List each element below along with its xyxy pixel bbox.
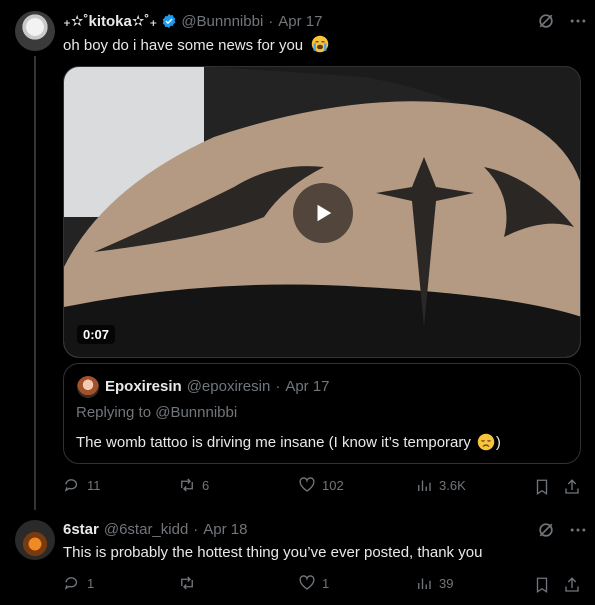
replying-to: Replying to @Bunnnibbi: [76, 404, 237, 421]
disappointed-face-icon: [477, 433, 495, 451]
like-count: 1: [322, 575, 330, 591]
views-button[interactable]: 3.6K: [415, 476, 466, 494]
thread-line: [34, 56, 36, 510]
tweet-top-actions: [536, 520, 588, 540]
like-count: 102: [322, 477, 344, 493]
reply-count: 1: [87, 575, 95, 591]
like-icon: [299, 477, 315, 492]
quoted-tweet-text: The womb tattoo is driving me insane (I …: [76, 433, 501, 451]
handle[interactable]: @6star_kidd: [104, 521, 188, 538]
play-icon: [317, 204, 332, 222]
reply-icon: [64, 479, 78, 492]
tweet-top-actions: [536, 11, 588, 31]
verified-badge-icon: [163, 14, 176, 28]
bookmark-icon[interactable]: [533, 478, 551, 496]
quoted-text-main: The womb tattoo is driving me insane (I …: [76, 433, 471, 451]
repost-button[interactable]: [178, 574, 202, 592]
timestamp: Apr 17: [285, 378, 330, 395]
avatar[interactable]: [15, 11, 55, 51]
views-count: 39: [439, 575, 454, 591]
more-icon[interactable]: [568, 520, 588, 540]
grok-icon[interactable]: [536, 11, 556, 31]
views-button[interactable]: 39: [415, 574, 453, 592]
reply-count: 11: [87, 477, 101, 493]
handle[interactable]: @Bunnnibbi: [181, 13, 263, 30]
timestamp[interactable]: Apr 17: [278, 13, 322, 30]
quoted-tweet[interactable]: Epoxiresin @epoxiresin · Apr 17 Replying…: [63, 363, 581, 464]
separator: ·: [193, 521, 199, 538]
repost-icon: [181, 576, 193, 590]
reply-icon: [64, 577, 78, 590]
video-player[interactable]: 0:07: [63, 66, 581, 358]
tweet-actions: 1 1 39: [63, 574, 583, 596]
avatar: [77, 376, 99, 398]
video-duration: 0:07: [77, 325, 116, 344]
grok-icon[interactable]: [536, 520, 556, 540]
loudly-crying-face-icon: [312, 35, 329, 53]
reply-button[interactable]: 11: [63, 476, 101, 494]
display-name[interactable]: ₊✫˚kitoka✫˚₊: [63, 12, 157, 30]
tweet-header: ₊✫˚kitoka✫˚₊ @Bunnnibbi · Apr 17: [63, 12, 322, 31]
tweet-text: oh boy do i have some news for you: [63, 35, 329, 54]
display-name: Epoxiresin: [105, 378, 182, 395]
display-name[interactable]: 6star: [63, 521, 99, 538]
quoted-text-end: ): [495, 433, 501, 451]
views-icon: [418, 578, 431, 589]
like-button[interactable]: 102: [298, 476, 344, 494]
separator: ·: [268, 12, 274, 30]
tweet-text-content: oh boy do i have some news for you: [63, 37, 304, 54]
play-button[interactable]: [293, 183, 353, 243]
tweet-actions: 11 6 102 3.6K: [63, 476, 583, 498]
replying-to-label: Replying to: [76, 404, 152, 421]
views-count: 3.6K: [439, 477, 466, 493]
like-icon: [299, 575, 315, 590]
bookmark-icon[interactable]: [533, 576, 551, 594]
tweet-text: This is probably the hottest thing you’v…: [63, 544, 483, 561]
tweet-header: 6star @6star_kidd · Apr 18: [63, 521, 248, 538]
handle: @epoxiresin: [186, 378, 271, 395]
repost-count: 6: [202, 477, 210, 493]
quoted-tweet-header: Epoxiresin @epoxiresin · Apr 17: [105, 378, 330, 395]
views-icon: [418, 480, 431, 491]
repost-button[interactable]: 6: [178, 476, 209, 494]
like-button[interactable]: 1: [298, 574, 329, 592]
replying-to-handle: @Bunnnibbi: [155, 404, 238, 421]
more-icon[interactable]: [568, 11, 588, 31]
avatar[interactable]: [15, 520, 55, 560]
timestamp[interactable]: Apr 18: [203, 521, 247, 538]
repost-icon: [181, 478, 193, 492]
share-icon[interactable]: [563, 478, 581, 496]
reply-button[interactable]: 1: [63, 574, 94, 592]
share-icon[interactable]: [563, 576, 581, 594]
